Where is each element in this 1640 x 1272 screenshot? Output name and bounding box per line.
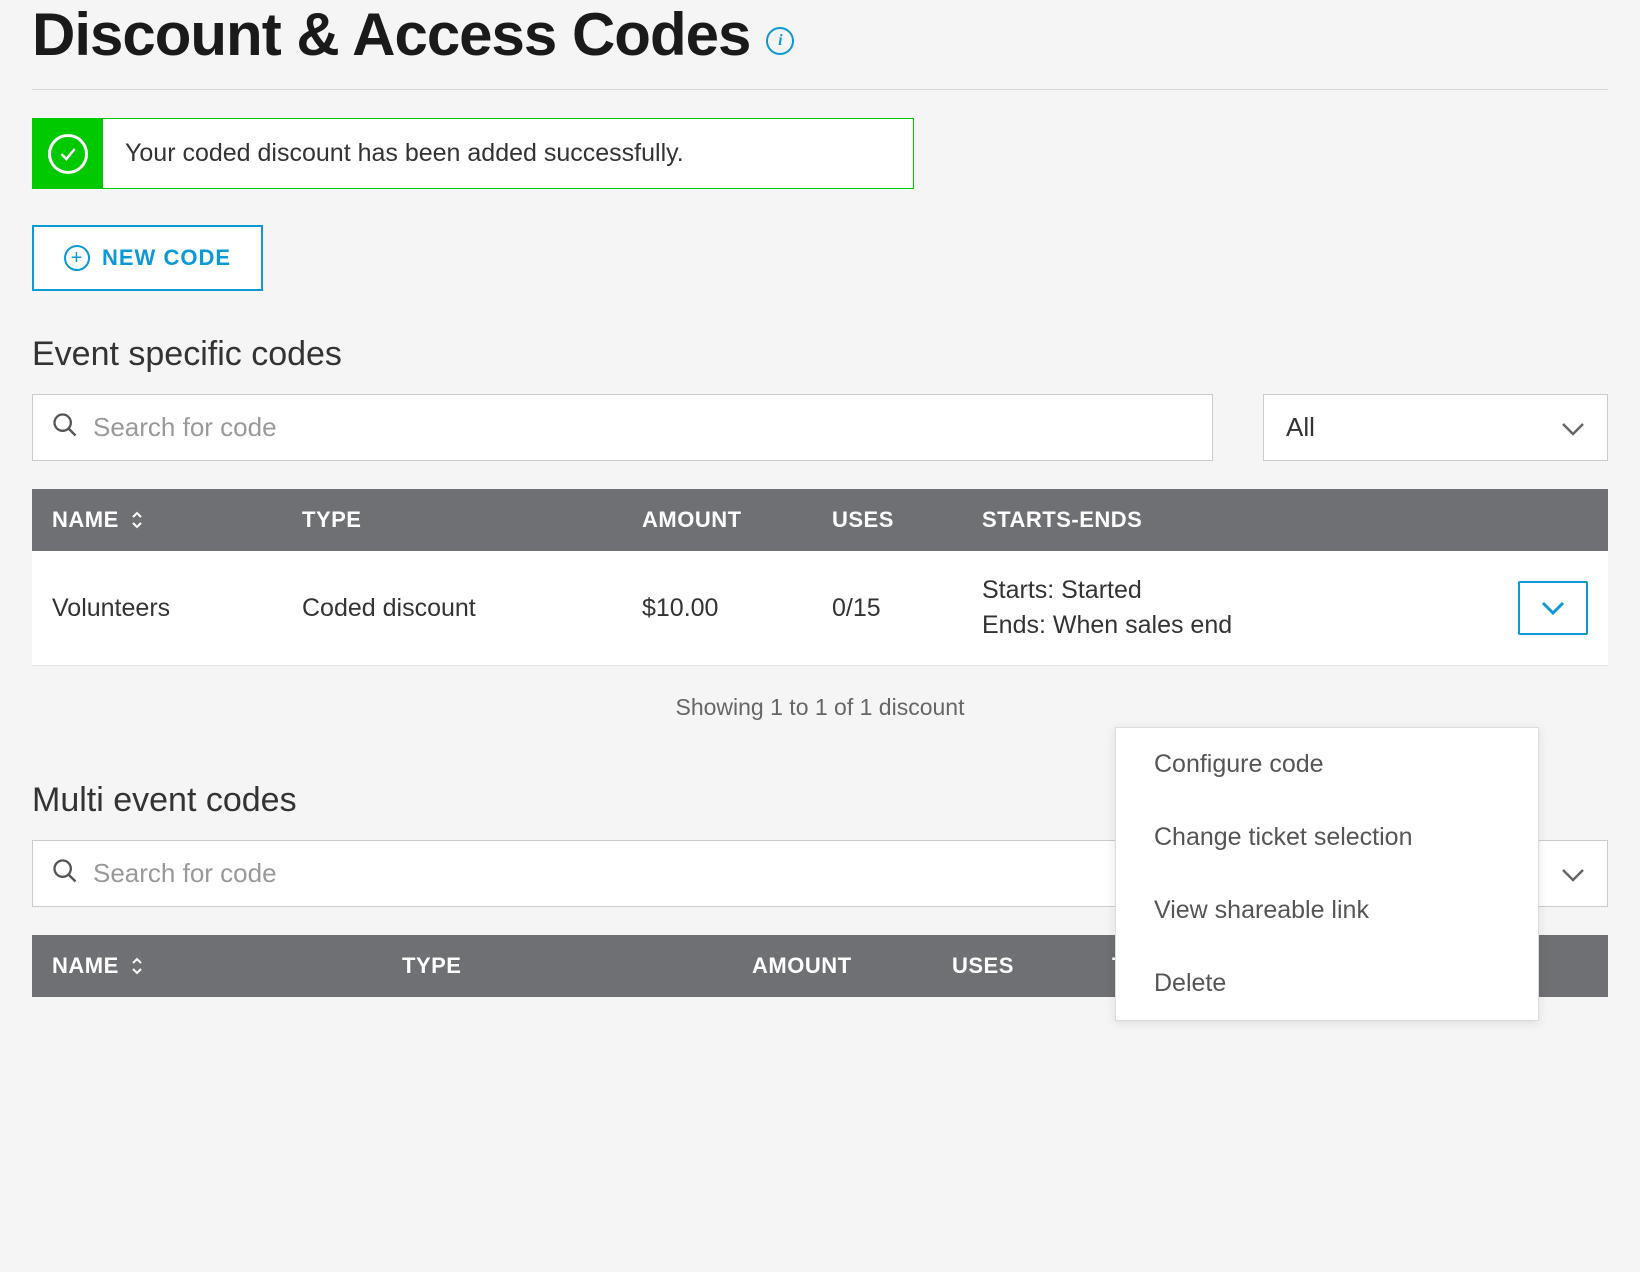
check-icon xyxy=(48,134,88,174)
menu-configure-code[interactable]: Configure code xyxy=(1116,728,1538,801)
new-code-button[interactable]: + NEW CODE xyxy=(32,225,263,291)
menu-view-shareable-link[interactable]: View shareable link xyxy=(1116,874,1538,947)
cell-name: Volunteers xyxy=(32,551,282,666)
sort-icon xyxy=(131,957,143,977)
chevron-down-icon xyxy=(1561,412,1585,443)
divider xyxy=(32,89,1608,90)
chevron-down-icon xyxy=(1561,858,1585,889)
cell-amount: $10.00 xyxy=(622,551,812,666)
col-uses: USES xyxy=(812,489,962,551)
cell-starts-ends: Starts: Started Ends: When sales end xyxy=(962,551,1498,666)
event-filter-dropdown[interactable]: All xyxy=(1263,394,1608,461)
plus-icon: + xyxy=(64,245,90,271)
event-search-input[interactable] xyxy=(93,412,1194,443)
success-icon-wrap xyxy=(33,119,103,188)
search-icon xyxy=(51,857,79,890)
col-name-label: NAME xyxy=(52,507,119,532)
new-code-label: NEW CODE xyxy=(102,245,231,271)
ends-text: Ends: When sales end xyxy=(982,608,1478,643)
row-actions-menu: Configure code Change ticket selection V… xyxy=(1115,727,1539,1021)
col-uses: USES xyxy=(932,935,1092,997)
page-title: Discount & Access Codes xyxy=(32,0,750,69)
event-codes-table: NAME TYPE AMOUNT USES STARTS-ENDS Volunt… xyxy=(32,489,1608,666)
col-name[interactable]: NAME xyxy=(32,489,282,551)
event-search-box[interactable] xyxy=(32,394,1213,461)
col-actions xyxy=(1498,489,1608,551)
cell-uses: 0/15 xyxy=(812,551,962,666)
info-icon[interactable]: i xyxy=(766,27,794,55)
col-name-label: NAME xyxy=(52,953,119,978)
menu-change-ticket-selection[interactable]: Change ticket selection xyxy=(1116,801,1538,874)
multi-search-box[interactable] xyxy=(32,840,1213,907)
success-alert: Your coded discount has been added succe… xyxy=(32,118,914,189)
table-row: Volunteers Coded discount $10.00 0/15 St… xyxy=(32,551,1608,666)
col-type: TYPE xyxy=(382,935,732,997)
filter-selected-value: All xyxy=(1286,412,1315,443)
multi-search-input[interactable] xyxy=(93,858,1194,889)
search-icon xyxy=(51,411,79,444)
menu-delete[interactable]: Delete xyxy=(1116,947,1538,1020)
col-amount: AMOUNT xyxy=(732,935,932,997)
alert-message: Your coded discount has been added succe… xyxy=(103,119,706,188)
row-actions-button[interactable] xyxy=(1518,581,1588,635)
cell-type: Coded discount xyxy=(282,551,622,666)
col-name[interactable]: NAME xyxy=(32,935,382,997)
starts-text: Starts: Started xyxy=(982,573,1478,608)
col-amount: AMOUNT xyxy=(622,489,812,551)
event-section-title: Event specific codes xyxy=(32,335,1608,374)
sort-icon xyxy=(131,511,143,531)
col-starts-ends: STARTS-ENDS xyxy=(962,489,1498,551)
col-type: TYPE xyxy=(282,489,622,551)
